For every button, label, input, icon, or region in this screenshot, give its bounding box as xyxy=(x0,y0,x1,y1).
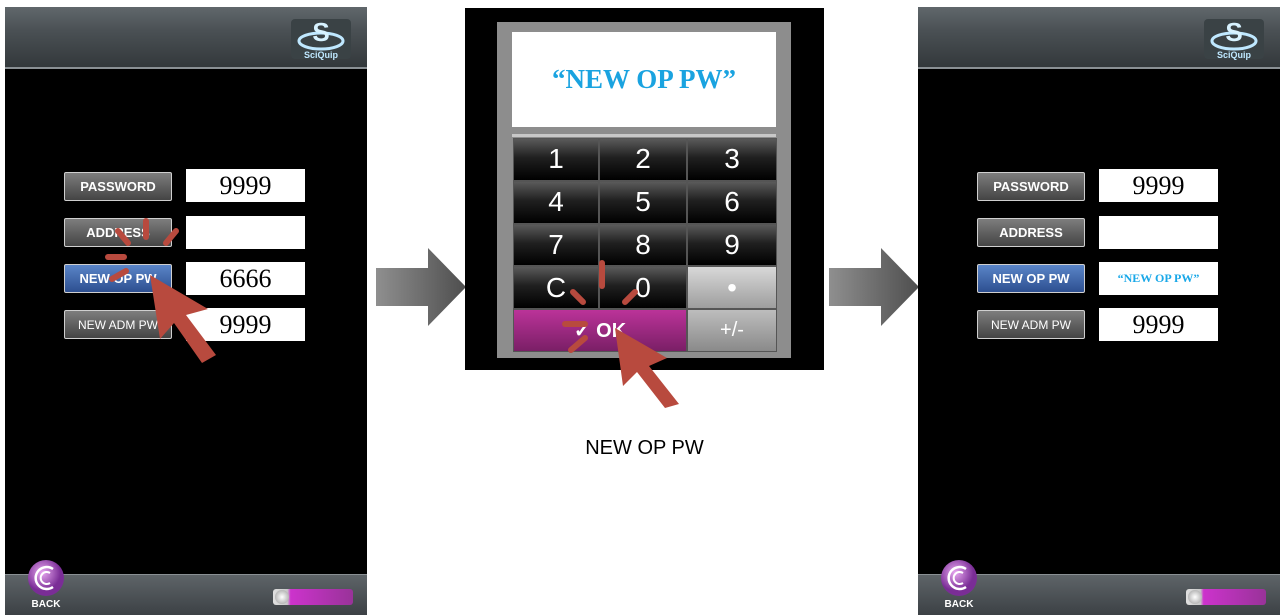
top-bar: S SciQuip xyxy=(5,7,367,69)
new-op-pw-button[interactable]: NEW OP PW xyxy=(64,264,172,293)
logo-text: SciQuip xyxy=(1216,50,1251,60)
address-field[interactable] xyxy=(186,216,305,249)
new-op-pw-field[interactable]: “NEW OP PW” xyxy=(1099,262,1218,295)
key-8[interactable]: 8 xyxy=(599,223,687,267)
password-button[interactable]: PASSWORD xyxy=(64,172,172,201)
key-6[interactable]: 6 xyxy=(687,180,777,224)
keypad-display: “NEW OP PW” xyxy=(512,32,776,127)
svg-text:S: S xyxy=(1225,19,1242,47)
back-label[interactable]: BACK xyxy=(940,599,978,610)
password-button[interactable]: PASSWORD xyxy=(977,172,1085,201)
key-3[interactable]: 3 xyxy=(687,138,777,181)
toggle-knob[interactable] xyxy=(275,590,289,604)
top-bar: S SciQuip xyxy=(918,7,1280,69)
address-button[interactable]: ADDRESS xyxy=(64,218,172,247)
key-9[interactable]: 9 xyxy=(687,223,777,267)
address-button[interactable]: ADDRESS xyxy=(977,218,1085,247)
password-field[interactable]: 9999 xyxy=(1099,169,1218,202)
left-phone-screen: S SciQuip PASSWORD 9999 ADDRESS NEW OP P… xyxy=(5,7,367,615)
right-arrow-icon xyxy=(376,248,466,326)
new-adm-pw-button[interactable]: NEW ADM PW xyxy=(977,310,1085,339)
plus-minus-key[interactable]: +/- xyxy=(687,309,777,352)
back-icon[interactable] xyxy=(940,559,978,597)
logo-text: SciQuip xyxy=(303,50,338,60)
new-adm-pw-button[interactable]: NEW ADM PW xyxy=(64,310,172,339)
bottom-bar: BACK xyxy=(5,560,367,615)
back-label[interactable]: BACK xyxy=(27,599,65,610)
toggle-knob[interactable] xyxy=(1188,590,1202,604)
keypad-caption: NEW OP PW xyxy=(585,437,704,459)
address-field[interactable] xyxy=(1099,216,1218,249)
password-field[interactable]: 9999 xyxy=(186,169,305,202)
keypad-grid: 1 2 3 4 5 6 7 8 9 C 0 • ✓ OK +/- xyxy=(513,138,777,352)
bottom-bar: BACK xyxy=(918,560,1280,615)
new-adm-pw-field[interactable]: 9999 xyxy=(1099,308,1218,341)
svg-text:S: S xyxy=(312,19,329,47)
back-icon[interactable] xyxy=(27,559,65,597)
key-1[interactable]: 1 xyxy=(513,138,599,181)
key-5[interactable]: 5 xyxy=(599,180,687,224)
keypad-frame: “NEW OP PW” 1 2 3 4 5 6 7 8 9 C 0 • ✓ OK… xyxy=(497,22,791,358)
key-7[interactable]: 7 xyxy=(513,223,599,267)
new-op-pw-field[interactable]: 6666 xyxy=(186,262,305,295)
new-adm-pw-field[interactable]: 9999 xyxy=(186,308,305,341)
keypad-popup: “NEW OP PW” 1 2 3 4 5 6 7 8 9 C 0 • ✓ OK… xyxy=(465,8,824,408)
right-arrow-icon xyxy=(829,248,919,326)
toggle-switch[interactable] xyxy=(273,589,353,605)
right-phone-screen: S SciQuip PASSWORD 9999 ADDRESS NEW OP P… xyxy=(918,7,1280,615)
ok-button[interactable]: ✓ OK xyxy=(513,309,687,352)
key-4[interactable]: 4 xyxy=(513,180,599,224)
new-op-pw-button[interactable]: NEW OP PW xyxy=(977,264,1085,293)
toggle-switch[interactable] xyxy=(1186,589,1266,605)
key-0[interactable]: 0 xyxy=(599,266,687,310)
key-decimal[interactable]: • xyxy=(687,266,777,310)
key-2[interactable]: 2 xyxy=(599,138,687,181)
keypad-divider xyxy=(512,134,776,137)
key-clear[interactable]: C xyxy=(513,266,599,310)
keypad-display-text: “NEW OP PW” xyxy=(551,64,737,94)
